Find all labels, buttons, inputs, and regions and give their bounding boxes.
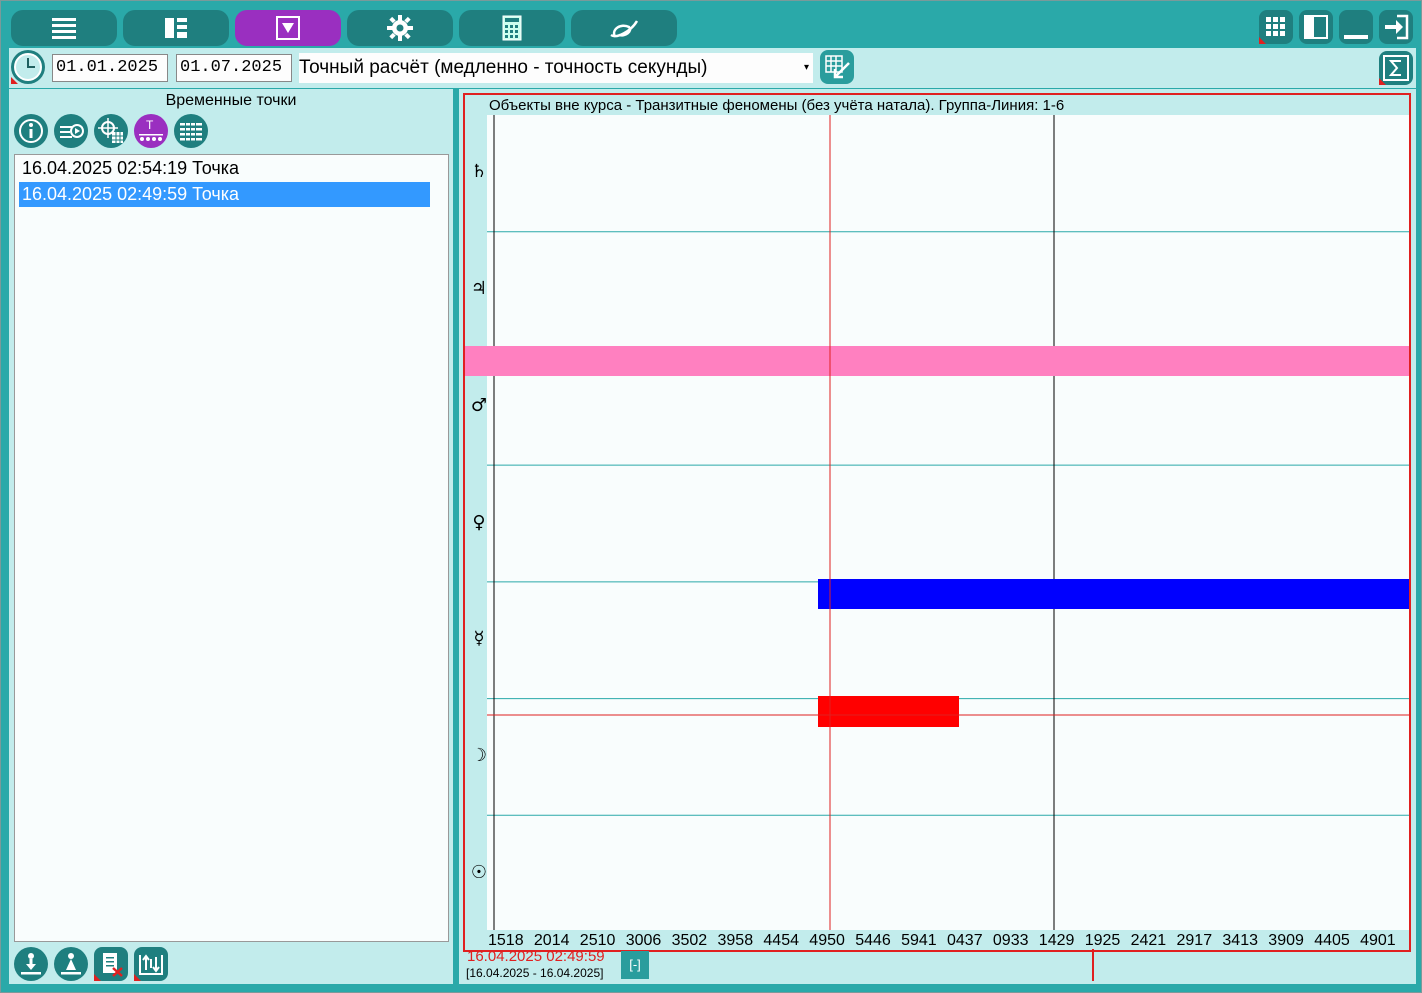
goto-icon [60, 124, 84, 138]
sum-button[interactable] [1379, 51, 1413, 85]
person-button[interactable] [54, 947, 88, 981]
x-tick-label: 3413 [1222, 932, 1258, 949]
plot-area [487, 115, 1409, 930]
range-label: [16.04.2025 - 16.04.2025] [466, 966, 604, 980]
end-date-field[interactable]: 01.07.2025 [176, 54, 292, 82]
x-tick-label: 0933 [992, 932, 1029, 949]
x-tick-label: 4901 [1360, 932, 1396, 949]
time-points-list[interactable]: 16.04.2025 02:54:19 Точка 16.04.2025 02:… [14, 154, 449, 942]
corner-marker [94, 974, 101, 981]
app-window: 01.01.2025 01.07.2025 Точный расчёт (мед… [0, 0, 1422, 993]
list-delete-icon [103, 953, 123, 977]
timeline-button[interactable]: T [134, 114, 168, 148]
x-tick-label: 2917 [1176, 932, 1213, 949]
rows-icon [180, 122, 202, 142]
corner-marker [134, 974, 141, 981]
tab-settings[interactable] [347, 10, 453, 46]
x-tick-label: 3502 [671, 932, 708, 949]
chart-plot[interactable] [465, 95, 1409, 930]
tab-logo[interactable] [571, 10, 677, 46]
timeline-icon: T [139, 118, 163, 141]
tab-filter[interactable] [235, 10, 341, 46]
x-tick-label: 3006 [625, 932, 662, 949]
start-date-field[interactable]: 01.01.2025 [52, 54, 168, 82]
x-tick-label: 4405 [1314, 932, 1350, 949]
person-icon [61, 953, 81, 975]
panel-button[interactable] [1299, 10, 1333, 44]
corner-marker [1259, 37, 1266, 44]
dropdown-filter-icon [276, 16, 300, 40]
calculation-mode-select[interactable]: Точный расчёт (медленно - точность секун… [299, 53, 813, 83]
grid-icon [1266, 17, 1285, 36]
planet-label: ♀ [472, 511, 486, 533]
tab-layout[interactable] [123, 10, 229, 46]
person-down-icon [21, 953, 41, 975]
sigma-icon [1383, 55, 1409, 81]
crosshair-table-icon [98, 118, 123, 143]
x-tick-label: 5446 [855, 932, 891, 949]
x-tick-label: 5941 [901, 932, 937, 949]
planet-label: ♃ [470, 278, 488, 300]
zoom-out-button[interactable]: [-] [621, 951, 649, 979]
planet-label: ♄ [470, 161, 488, 183]
planet-label: ☿ [473, 628, 485, 650]
panel-title: Временные точки [165, 92, 297, 109]
list-item-selected[interactable]: 16.04.2025 02:49:59 Точка [19, 182, 430, 207]
gear-icon [387, 15, 413, 41]
calculator-icon [502, 15, 522, 41]
tab-list[interactable] [11, 10, 117, 46]
info-button[interactable] [14, 114, 48, 148]
x-tick-label: 4950 [809, 932, 845, 949]
apply-range-button[interactable] [820, 50, 854, 84]
scroll-cursor-marker[interactable] [1092, 949, 1094, 981]
x-tick-label: 2421 [1130, 932, 1167, 949]
chart-panel: Объекты вне курса - Транзитные феномены … [459, 89, 1416, 984]
planet-label: ♂ [470, 394, 488, 416]
target-table-button[interactable] [94, 114, 128, 148]
logo-icon [610, 20, 639, 38]
bar-mars-pink [465, 346, 1409, 376]
bar-mercury-blue [818, 579, 1409, 609]
bar-moon-red [818, 696, 959, 727]
cursor-time-label: 16.04.2025 02:49:59 [467, 948, 605, 965]
x-tick-label: 4454 [763, 932, 799, 949]
exit-icon [1385, 14, 1409, 40]
svg-text:T: T [146, 118, 154, 132]
info-icon [19, 119, 43, 143]
tab-calculator[interactable] [459, 10, 565, 46]
minimize-icon [1344, 35, 1368, 39]
chart-frame: Объекты вне курса - Транзитные феномены … [463, 93, 1411, 952]
grid-arrow-icon [825, 55, 850, 79]
list-icon [52, 18, 76, 39]
import-button[interactable] [14, 947, 48, 981]
x-tick-label: 0437 [947, 932, 983, 949]
sort-icon [139, 954, 163, 975]
delete-list-button[interactable] [94, 947, 128, 981]
corner-marker [1379, 78, 1386, 85]
time-points-panel: Временные точки T 16.04.2025 02:54:19 То… [9, 89, 453, 984]
x-tick-label: 3958 [717, 932, 754, 949]
calculation-mode-value: Точный расчёт (медленно - точность секун… [299, 57, 708, 78]
exit-button[interactable] [1379, 10, 1413, 44]
rows-button[interactable] [174, 114, 208, 148]
x-tick-label: 3909 [1268, 932, 1304, 949]
list-item[interactable]: 16.04.2025 02:54:19 Точка [19, 156, 430, 181]
corner-marker [11, 77, 18, 84]
panel-icon [1304, 15, 1328, 39]
grid-button[interactable] [1259, 10, 1293, 44]
layout-icon [165, 18, 187, 38]
goto-button[interactable] [54, 114, 88, 148]
range-toolbar: 01.01.2025 01.07.2025 Точный расчёт (мед… [9, 48, 1416, 88]
minimize-button[interactable] [1339, 10, 1373, 44]
planet-label: ☽ [470, 744, 488, 766]
x-tick-label: 1925 [1084, 932, 1121, 949]
planet-label: ☉ [470, 861, 488, 883]
sort-button[interactable] [134, 947, 168, 981]
x-tick-label: 1429 [1038, 932, 1075, 949]
chevron-down-icon[interactable]: ▾ [804, 53, 809, 83]
clock-button[interactable] [11, 50, 45, 84]
